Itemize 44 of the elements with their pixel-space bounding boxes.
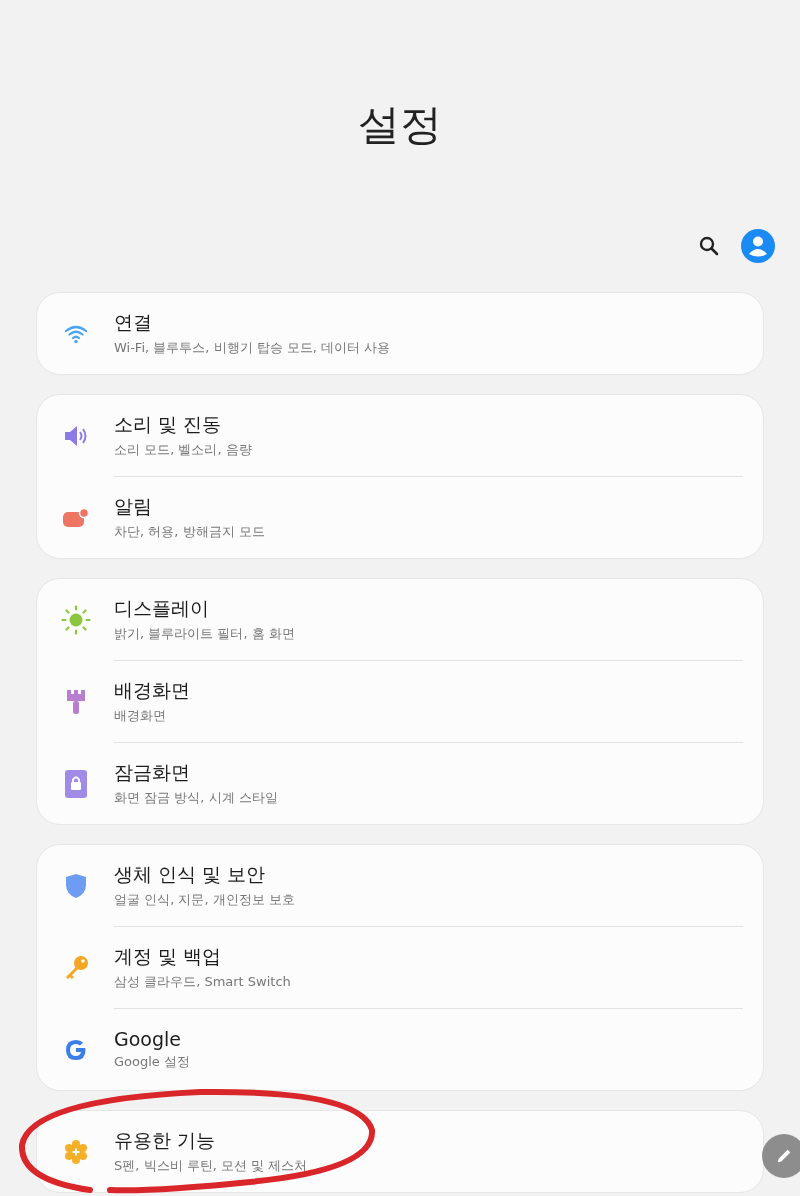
settings-item[interactable]: 유용한 기능 S펜, 빅스비 루틴, 모션 및 제스처 <box>37 1111 743 1192</box>
settings-item[interactable]: 디스플레이 밝기, 블루라이트 필터, 홈 화면 <box>37 579 743 660</box>
item-title: 연결 <box>114 310 153 335</box>
item-subtitle: 삼성 클라우드, Smart Switch <box>114 973 291 991</box>
item-title: 유용한 기능 <box>114 1128 217 1153</box>
item-subtitle: 차단, 허용, 방해금지 모드 <box>114 523 265 541</box>
item-subtitle: 밝기, 블루라이트 필터, 홈 화면 <box>114 625 295 643</box>
item-title: 소리 및 진동 <box>114 412 223 437</box>
settings-item[interactable]: 계정 및 백업 삼성 클라우드, Smart Switch <box>114 926 743 1008</box>
item-subtitle: S펜, 빅스비 루틴, 모션 및 제스처 <box>114 1157 308 1175</box>
settings-item[interactable]: Google Google 설정 <box>114 1008 743 1090</box>
item-title: 생체 인식 및 보안 <box>114 862 267 887</box>
page-title: 설정 <box>358 100 442 150</box>
notification-icon <box>62 507 89 528</box>
profile-icon[interactable] <box>741 229 775 263</box>
gear-plus-icon <box>62 1138 89 1165</box>
item-subtitle: 배경화면 <box>114 707 167 725</box>
settings-item[interactable]: 생체 인식 및 보안 얼굴 인식, 지문, 개인정보 보호 <box>37 845 743 926</box>
settings-item[interactable]: 배경화면 배경화면 <box>114 660 743 742</box>
item-subtitle: 화면 잠금 방식, 시계 스타일 <box>114 789 278 807</box>
item-title: 디스플레이 <box>114 596 210 621</box>
item-subtitle: 얼굴 인식, 지문, 개인정보 보호 <box>114 891 295 909</box>
sun-icon <box>60 604 91 635</box>
paintbrush-icon <box>65 688 86 715</box>
settings-item[interactable]: 연결 Wi-Fi, 블루투스, 비행기 탑승 모드, 데이터 사용 <box>37 293 743 374</box>
item-title: 배경화면 <box>114 678 190 703</box>
settings-item[interactable]: 잠금화면 화면 잠금 방식, 시계 스타일 <box>114 742 743 824</box>
item-subtitle: Google 설정 <box>114 1053 190 1071</box>
settings-item[interactable]: 알림 차단, 허용, 방해금지 모드 <box>114 476 743 558</box>
edit-button[interactable] <box>762 1134 800 1178</box>
wifi-icon <box>63 323 88 344</box>
item-subtitle: 소리 모드, 벨소리, 음량 <box>114 441 252 459</box>
pencil-icon <box>775 1147 793 1165</box>
item-title: 계정 및 백업 <box>114 944 223 969</box>
item-subtitle: Wi-Fi, 블루투스, 비행기 탑승 모드, 데이터 사용 <box>114 339 391 357</box>
search-icon[interactable] <box>699 236 719 256</box>
item-title: 잠금화면 <box>114 760 191 785</box>
item-title: 알림 <box>114 494 153 519</box>
speaker-icon <box>63 424 88 447</box>
google-g-icon <box>63 1037 88 1062</box>
shield-icon <box>64 872 87 899</box>
settings-item[interactable]: 소리 및 진동 소리 모드, 벨소리, 음량 <box>37 395 743 476</box>
lock-icon <box>64 769 87 798</box>
item-title: Google <box>114 1028 182 1050</box>
